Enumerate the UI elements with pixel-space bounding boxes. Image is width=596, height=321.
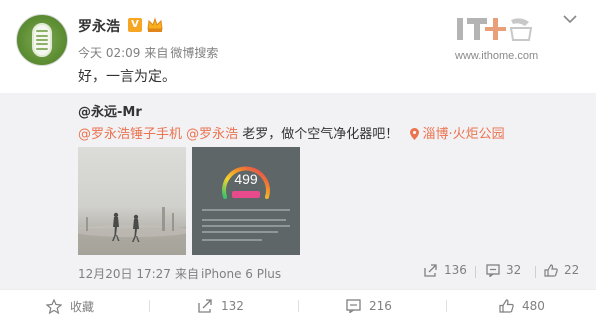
repost-comment-button[interactable]: 32 <box>486 263 521 277</box>
aqi-level-badge <box>232 191 260 198</box>
action-bar: 收藏 132 216 480 <box>0 289 596 321</box>
comment-button[interactable]: 216 <box>346 290 392 321</box>
repost-meta: 12月20日 17:27 来自 iPhone 6 Plus <box>78 265 281 282</box>
divider <box>298 300 299 312</box>
divider <box>149 300 150 312</box>
like-count: 22 <box>564 263 580 277</box>
air-quality-screenshot[interactable]: 499 <box>192 147 300 255</box>
watermark-url: www.ithome.com <box>455 50 539 62</box>
forward-icon <box>424 263 437 277</box>
repost-like-button[interactable]: 22 <box>544 263 579 277</box>
repost-from-label: 来自 <box>174 267 199 281</box>
member-crown-icon[interactable] <box>146 17 164 33</box>
repost-source[interactable]: iPhone 6 Plus <box>201 267 281 281</box>
mention-link[interactable]: @罗永浩锤子手机 <box>78 127 182 142</box>
verified-badge-icon: V <box>128 18 142 32</box>
author-name[interactable]: 罗永浩 <box>78 16 120 36</box>
location-link[interactable]: 淄博·火炬公园 <box>410 127 505 142</box>
forward-count: 132 <box>221 299 244 313</box>
repost-time[interactable]: 12月20日 17:27 <box>78 267 171 281</box>
avatar-figure <box>32 23 52 57</box>
chevron-down-icon[interactable] <box>562 14 578 24</box>
mention-link[interactable]: @罗永浩 <box>186 127 238 142</box>
ithome-watermark: www.ithome.com <box>455 14 555 66</box>
star-icon <box>46 298 62 314</box>
forward-button[interactable]: 132 <box>198 290 244 321</box>
comment-count: 216 <box>369 299 392 313</box>
forward-count: 136 <box>444 263 467 277</box>
repost-user[interactable]: @永远-Mr <box>78 101 142 120</box>
post-time[interactable]: 今天 02:09 <box>78 46 140 60</box>
divider <box>446 300 447 312</box>
location-label: 淄博·火炬公园 <box>422 127 505 142</box>
post-content: 好，一言为定。 <box>78 69 176 85</box>
comment-count: 32 <box>506 263 522 277</box>
smog-scene <box>78 147 186 255</box>
comment-icon <box>346 299 361 313</box>
comment-icon <box>486 263 500 277</box>
post-meta: 今天 02:09 来自 微博搜索 <box>78 44 218 61</box>
location-pin-icon <box>410 128 420 140</box>
repost-block: @永远-Mr @罗永浩锤子手机 @罗永浩 老罗，做个空气净化器吧！ 淄博·火炬公… <box>0 93 596 289</box>
divider <box>535 266 536 278</box>
forward-icon <box>198 299 212 313</box>
post-from-label: 来自 <box>144 46 169 60</box>
repost-text: @罗永浩锤子手机 @罗永浩 老罗，做个空气净化器吧！ 淄博·火炬公园 <box>78 123 505 142</box>
like-button[interactable]: 480 <box>499 290 545 321</box>
thumbs-up-icon <box>499 299 514 313</box>
favorite-label: 收藏 <box>70 299 95 314</box>
aqi-value: 499 <box>234 171 258 187</box>
author-avatar[interactable] <box>16 14 68 66</box>
like-count: 480 <box>522 299 545 313</box>
smog-photo[interactable] <box>78 147 186 255</box>
favorite-button[interactable]: 收藏 <box>46 290 94 321</box>
divider <box>475 266 476 278</box>
repost-forward-button[interactable]: 136 <box>424 263 467 277</box>
post-source[interactable]: 微博搜索 <box>170 46 218 60</box>
ithome-logo-icon <box>457 18 533 41</box>
repost-body: 老罗，做个空气净化器吧！ <box>238 127 399 142</box>
thumbs-up-icon <box>544 263 558 277</box>
weibo-card: 罗永浩 V 今天 02:09 来自 微博搜索 好，一言为定。 www.ithome.… <box>0 0 596 321</box>
